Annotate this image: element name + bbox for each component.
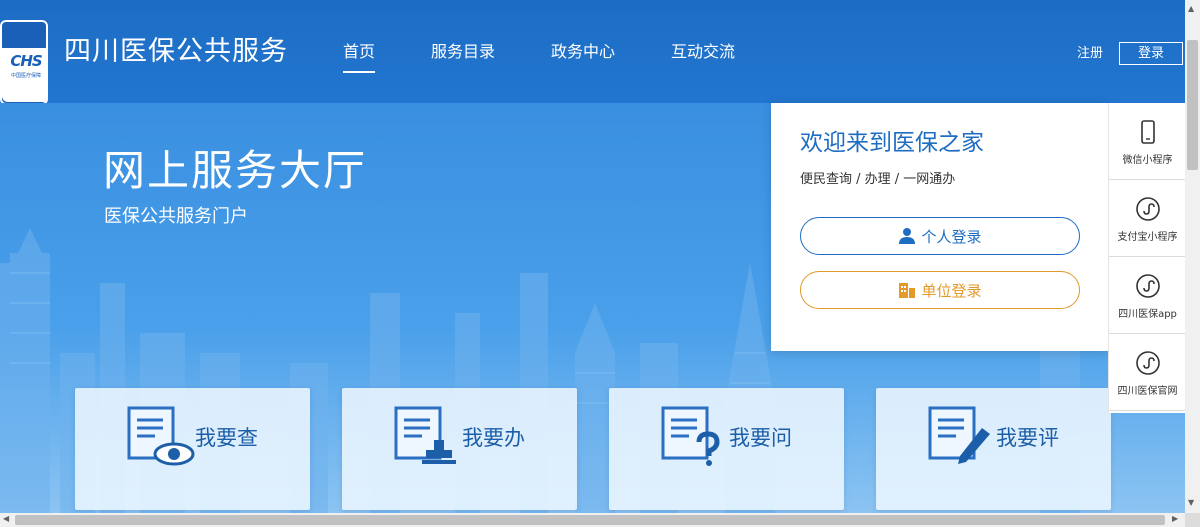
vertical-scrollbar[interactable]: ▲ ▼ — [1185, 0, 1200, 513]
side-item-label: 支付宝小程序 — [1117, 232, 1178, 243]
side-item-label: 四川医保官网 — [1117, 386, 1178, 397]
card-query-label: 我要查 — [195, 426, 258, 450]
site-title: 四川医保公共服务 — [64, 36, 288, 67]
chs-logo[interactable]: CHS 中国医疗保障 — [0, 20, 48, 105]
login-panel: 欢迎来到医保之家 便民查询 / 办理 / 一网通办 个人登录 单位登录 — [771, 103, 1108, 351]
horizontal-scrollbar[interactable]: ◀ ▶ — [0, 513, 1185, 527]
card-ask-label: 我要问 — [729, 426, 792, 450]
vertical-scroll-thumb[interactable] — [1187, 40, 1198, 170]
unit-login-button[interactable]: 单位登录 — [800, 271, 1080, 309]
scroll-up-arrow-icon[interactable]: ▲ — [1188, 4, 1194, 13]
unit-login-label: 单位登录 — [921, 281, 982, 300]
register-link[interactable]: 注册 — [1077, 45, 1103, 63]
card-evaluate[interactable]: 我要评 — [876, 388, 1111, 510]
side-item-alipay-mini-program[interactable]: 支付宝小程序 — [1109, 180, 1185, 257]
document-stamp-icon — [394, 406, 456, 464]
logo-mark: CHS — [10, 52, 42, 70]
mini-program-icon — [1136, 197, 1160, 221]
document-pen-icon — [928, 406, 990, 464]
side-item-official-website[interactable]: 四川医保官网 — [1109, 334, 1185, 411]
login-button[interactable]: 登录 — [1119, 42, 1183, 65]
scrollbar-corner — [1185, 513, 1200, 527]
side-item-sichuan-app[interactable]: 四川医保app — [1109, 257, 1185, 334]
scroll-down-arrow-icon[interactable]: ▼ — [1188, 498, 1194, 507]
mini-program-icon — [1136, 274, 1160, 298]
top-header: CHS 中国医疗保障 四川医保公共服务 首页 服务目录 政务中心 互动交流 注册… — [0, 0, 1185, 105]
hero-title: 网上服务大厅 — [103, 146, 368, 195]
card-query[interactable]: 我要查 — [75, 388, 310, 510]
document-question-icon — [661, 406, 720, 466]
personal-login-label: 个人登录 — [921, 227, 982, 246]
nav-item-home[interactable]: 首页 — [343, 41, 376, 73]
scroll-left-arrow-icon[interactable]: ◀ — [3, 514, 9, 523]
logo-subtext: 中国医疗保障 — [10, 73, 41, 79]
user-icon — [899, 228, 916, 244]
nav-item-government-center[interactable]: 政务中心 — [551, 41, 615, 63]
side-rail: 微信小程序 支付宝小程序 四川医保app 四川医保官网 — [1108, 103, 1185, 413]
welcome-heading: 欢迎来到医保之家 — [800, 130, 984, 156]
document-eye-icon — [127, 406, 195, 466]
card-ask[interactable]: 我要问 — [609, 388, 844, 510]
service-cards: 我要查 我要办 我要问 我要评 — [75, 388, 1111, 510]
login-tagline: 便民查询 / 办理 / 一网通办 — [800, 172, 956, 187]
card-evaluate-label: 我要评 — [996, 426, 1059, 450]
hero-subtitle: 医保公共服务门户 — [104, 206, 248, 227]
personal-login-button[interactable]: 个人登录 — [800, 217, 1080, 255]
side-item-label: 微信小程序 — [1122, 155, 1173, 166]
phone-icon — [1141, 120, 1155, 144]
side-item-label: 四川医保app — [1118, 309, 1177, 320]
horizontal-scroll-thumb[interactable] — [15, 515, 1165, 525]
card-handle-label: 我要办 — [462, 426, 525, 450]
scroll-right-arrow-icon[interactable]: ▶ — [1172, 514, 1178, 523]
main-nav: 首页 服务目录 政务中心 互动交流 — [343, 41, 791, 73]
card-handle[interactable]: 我要办 — [342, 388, 577, 510]
side-item-wechat-mini-program[interactable]: 微信小程序 — [1109, 103, 1185, 180]
nav-item-interaction[interactable]: 互动交流 — [671, 41, 735, 63]
nav-item-service-catalog[interactable]: 服务目录 — [431, 41, 495, 63]
mini-program-icon — [1136, 351, 1160, 375]
building-icon — [899, 283, 916, 298]
